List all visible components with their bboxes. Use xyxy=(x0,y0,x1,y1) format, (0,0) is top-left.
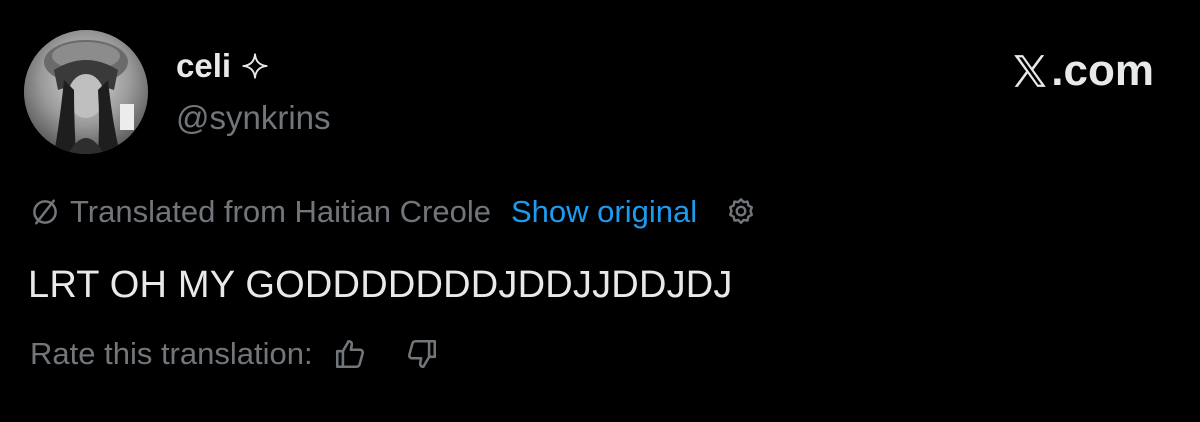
author-handle[interactable]: @synkrins xyxy=(176,98,331,138)
rate-translation-bar: Rate this translation: xyxy=(30,334,439,374)
avatar[interactable] xyxy=(24,30,148,154)
x-logo-icon xyxy=(1014,55,1047,87)
gear-icon[interactable] xyxy=(725,196,757,228)
brand-logo: .com xyxy=(1011,46,1154,96)
translation-bar: Translated from Haitian Creole Show orig… xyxy=(30,192,757,232)
avatar-image xyxy=(24,30,148,154)
translate-icon xyxy=(33,199,57,225)
display-name-text: celi xyxy=(176,47,232,84)
sparkle-icon xyxy=(242,53,268,79)
rate-translation-label: Rate this translation: xyxy=(30,336,313,371)
thumbs-down-icon[interactable] xyxy=(405,337,439,371)
translation-status: Translated from Haitian Creole xyxy=(70,194,491,229)
brand-domain: .com xyxy=(1051,46,1154,95)
thumbs-up-icon[interactable] xyxy=(333,337,367,371)
show-original-link[interactable]: Show original xyxy=(511,192,697,232)
author-display-name[interactable]: celi xyxy=(176,46,269,86)
tweet-text: LRT OH MY GODDDDDDDJDDJJDDJDJ xyxy=(28,264,733,306)
